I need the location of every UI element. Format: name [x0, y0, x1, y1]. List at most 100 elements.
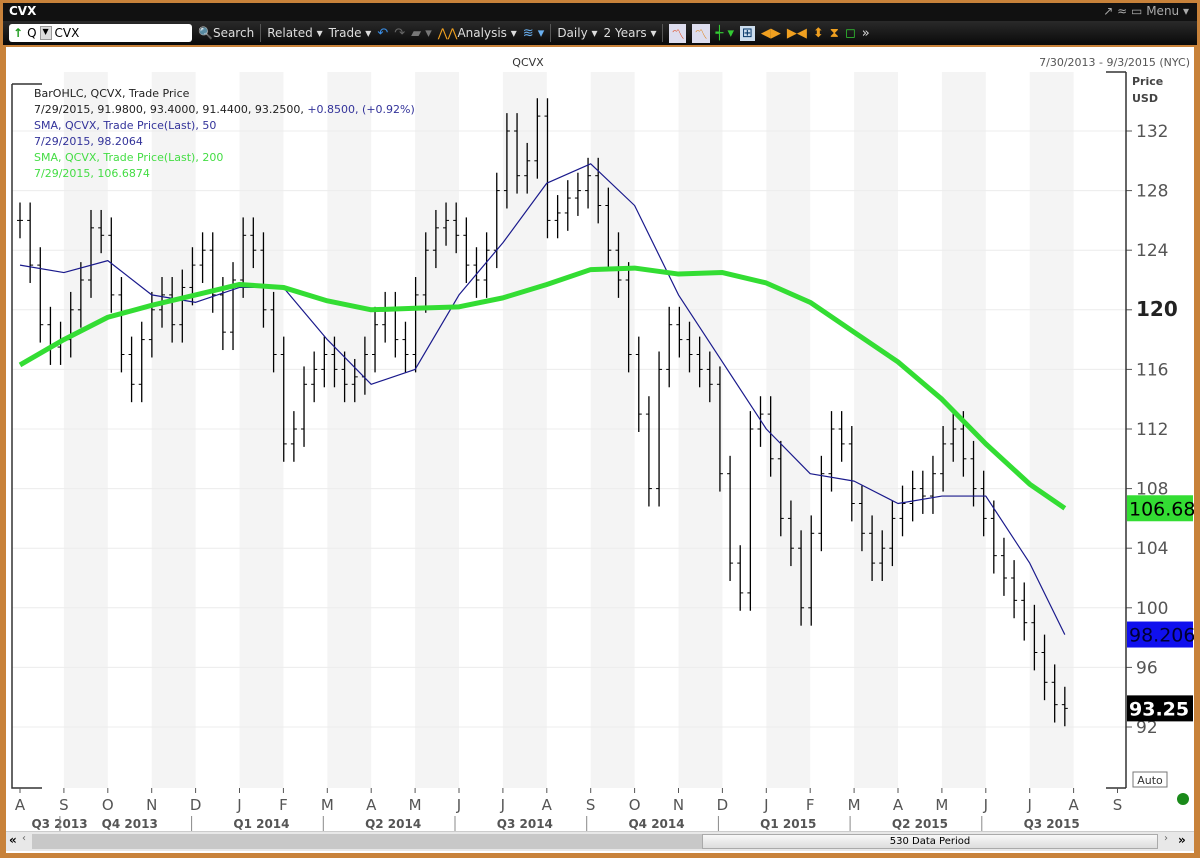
scroll-track[interactable] [32, 834, 702, 849]
analysis-icon: ⋀⋀ [437, 26, 458, 40]
axis-title-usd: USD [1132, 92, 1158, 105]
x-month-label: N [146, 796, 157, 814]
y-tick-label: 116 [1136, 360, 1168, 380]
x-month-label: J [500, 796, 505, 814]
search-button[interactable]: 🔍Search [198, 26, 254, 40]
y-tick-label: 128 [1136, 182, 1168, 202]
symbol-prefix[interactable]: Q [27, 26, 36, 40]
auto-scale-label: Auto [1137, 774, 1163, 787]
trade-menu[interactable]: Trade ▾ [329, 26, 372, 40]
x-quarter-label: Q4 2013 [102, 817, 158, 831]
x-month-label: J [983, 796, 988, 814]
folder-icon[interactable]: ▰ ▾ [411, 26, 432, 41]
axis-title-price: Price [1132, 75, 1163, 88]
compare-chart-icon[interactable]: 〽 [692, 23, 710, 43]
x-month-label: F [806, 796, 815, 814]
x-quarter-label: Q2 2015 [892, 817, 948, 831]
x-quarter-label: Q4 2014 [628, 817, 684, 831]
zoom-box-icon[interactable]: ⊞ [739, 25, 755, 41]
crosshair-icon[interactable]: ┽ ▾ [716, 26, 734, 41]
select-icon[interactable]: ◻ [845, 26, 856, 41]
legend-ohlc-title: BarOHLC, QCVX, Trade Price [34, 87, 190, 100]
legend-ohlc-values: 7/29/2015, 91.9800, 93.4000, 91.4400, 93… [34, 103, 415, 116]
scroll-start-button[interactable]: « [9, 833, 17, 847]
maximize-icon[interactable]: ▭ [1131, 4, 1142, 18]
x-month-label: J [1026, 796, 1031, 814]
y-tick-label: 96 [1136, 658, 1158, 678]
legend-sma50-value: 7/29/2015, 98.2064 [34, 135, 143, 148]
sma200-tag-label: 106.68 [1129, 498, 1194, 520]
x-month-label: S [586, 796, 596, 814]
month-band [766, 72, 811, 788]
scrollbar[interactable]: « ‹ 530 Data Period › » [6, 831, 1194, 851]
interval-dropdown[interactable]: Daily ▾ [557, 26, 597, 40]
x-month-label: A [366, 796, 377, 814]
menu-button[interactable]: Menu ▾ [1146, 4, 1189, 18]
analysis-label: Analysis ▾ [457, 26, 517, 40]
expand-vertical-icon[interactable]: ⬍ [813, 26, 824, 41]
month-band [502, 72, 547, 788]
x-quarter-label: Q1 2014 [233, 817, 289, 831]
y-tick-label: 112 [1136, 420, 1168, 440]
line-chart-icon[interactable]: 〽 [669, 23, 687, 43]
title-bar: CVX ↗ ≈ ▭ Menu ▾ [3, 3, 1197, 21]
scroll-thumb[interactable]: 530 Data Period [702, 834, 1158, 849]
scroll-end-button[interactable]: » [1178, 833, 1186, 847]
sma50-tag-label: 98.206 [1129, 625, 1194, 647]
month-band [239, 72, 284, 788]
undo-icon[interactable]: ↶ [377, 26, 388, 41]
month-band [678, 72, 723, 788]
x-quarter-label: Q3 2014 [497, 817, 553, 831]
x-month-label: J [763, 796, 768, 814]
up-arrow-icon: ↑ [13, 26, 24, 40]
status-indicator [1177, 793, 1189, 805]
analysis-menu[interactable]: ⋀⋀Analysis ▾ [438, 26, 517, 40]
search-icon: 🔍 [198, 26, 213, 40]
x-month-label: A [542, 796, 553, 814]
legend-ohlc-values-text: 7/29/2015, 91.9800, 93.4000, 91.4400, 93… [34, 103, 307, 116]
x-month-label: D [190, 796, 202, 814]
compress-horizontal-icon[interactable]: ▶◀ [787, 26, 807, 41]
related-menu[interactable]: Related ▾ [267, 26, 322, 40]
y-tick-label: 100 [1136, 599, 1168, 619]
x-month-label: F [279, 796, 288, 814]
studies-icon[interactable]: ≋ ▾ [523, 26, 545, 41]
x-quarter-label: Q1 2015 [760, 817, 816, 831]
toolbar: ↑ Q ▼ CVX 🔍Search Related ▾ Trade ▾ ↶ ↷ … [3, 21, 1197, 45]
divider [662, 24, 664, 42]
x-quarter-label: Q2 2014 [365, 817, 421, 831]
more-icon[interactable]: » [862, 26, 870, 41]
legend-change: +0.8500, (+0.92%) [307, 103, 414, 116]
prefix-dropdown[interactable]: ▼ [39, 26, 52, 40]
window-title: CVX [9, 4, 37, 18]
divider [260, 24, 262, 42]
x-month-label: D [717, 796, 729, 814]
symbol-input[interactable]: ↑ Q ▼ CVX [9, 24, 192, 42]
scroll-right-button[interactable]: › [1164, 833, 1168, 844]
month-band [327, 72, 372, 788]
x-month-label: A [15, 796, 26, 814]
last-price-tag-label: 93.25 [1129, 698, 1189, 720]
legend-sma200-value: 7/29/2015, 106.6874 [34, 167, 150, 180]
popout-icon[interactable]: ↗ [1103, 4, 1113, 18]
x-month-label: A [893, 796, 904, 814]
range-dropdown[interactable]: 2 Years ▾ [604, 26, 657, 40]
collapse-icon[interactable]: ≈ [1117, 4, 1127, 18]
symbol-value[interactable]: CVX [55, 26, 80, 40]
date-range: 7/30/2013 - 9/3/2015 (NYC) [1039, 56, 1190, 69]
x-month-label: M [935, 796, 948, 814]
compress-vertical-icon[interactable]: ⧗ [830, 26, 839, 41]
legend-sma200-title: SMA, QCVX, Trade Price(Last), 200 [34, 151, 223, 164]
scroll-left-button[interactable]: ‹ [22, 833, 26, 844]
expand-horizontal-icon[interactable]: ◀▶ [761, 26, 781, 41]
x-month-label: N [673, 796, 684, 814]
x-quarter-label: Q3 2015 [1024, 817, 1080, 831]
price-chart[interactable]: 9296100104108112116120124128132A S O N D J F M A… [6, 47, 1194, 831]
y-tick-label: 124 [1136, 241, 1168, 261]
redo-icon[interactable]: ↷ [394, 26, 405, 41]
month-band [590, 72, 635, 788]
x-month-label: M [321, 796, 334, 814]
window-controls[interactable]: ↗ ≈ ▭ Menu ▾ [1103, 4, 1189, 18]
month-band [151, 72, 196, 788]
x-month-label: M [848, 796, 861, 814]
